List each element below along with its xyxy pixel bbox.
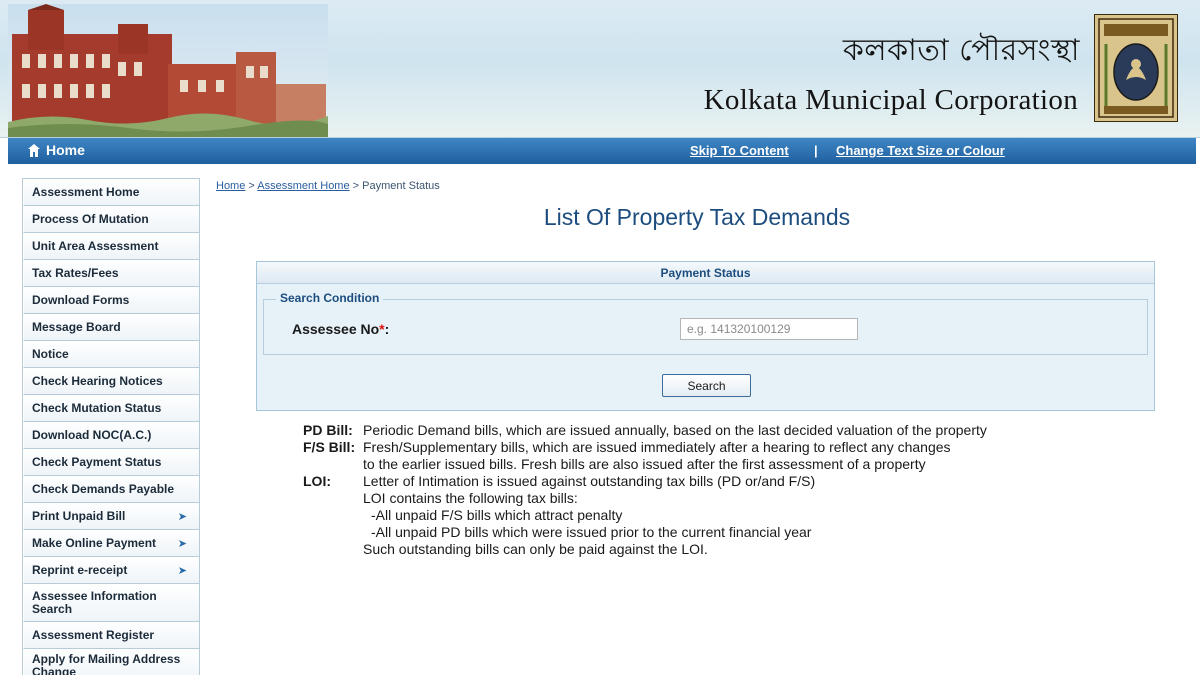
submenu-arrow-icon: ➤ xyxy=(177,537,187,550)
org-title-english: Kolkata Municipal Corporation xyxy=(703,84,1078,116)
sidebar-item-label: Assessee Information Search xyxy=(32,588,157,616)
sidebar-item-print-unpaid-bill[interactable]: Print Unpaid Bill ➤ xyxy=(23,503,199,530)
sidebar-item-apply-mailing-address-change[interactable]: Apply for Mailing Address Change xyxy=(23,649,199,675)
breadcrumb-assessment-home-link[interactable]: Assessment Home xyxy=(257,180,349,192)
search-condition-legend: Search Condition xyxy=(276,291,384,305)
sidebar-item-check-mutation-status[interactable]: Check Mutation Status xyxy=(23,395,199,422)
sidebar-item-label: Process Of Mutation xyxy=(32,212,149,226)
pd-bill-text: Periodic Demand bills, which are issued … xyxy=(363,422,987,438)
sidebar-item-label: Assessment Home xyxy=(32,185,140,199)
sidebar-item-reprint-e-receipt[interactable]: Reprint e-receipt ➤ xyxy=(23,557,199,584)
search-button[interactable]: Search xyxy=(662,374,751,397)
sidebar-item-label: Check Hearing Notices xyxy=(32,374,163,388)
sidebar-item-assessment-home[interactable]: Assessment Home xyxy=(23,179,199,206)
breadcrumb-separator: > xyxy=(349,180,363,192)
kmc-building-photo xyxy=(8,4,328,137)
loi-line: -All unpaid PD bills which were issued p… xyxy=(371,524,812,540)
breadcrumb-home-link[interactable]: Home xyxy=(216,180,245,192)
sidebar-item-label: Download NOC(A.C.) xyxy=(32,428,152,442)
sidebar-item-label: Tax Rates/Fees xyxy=(32,266,119,280)
fs-bill-line: Fresh/Supplementary bills, which are iss… xyxy=(363,439,951,455)
sidebar-item-make-online-payment[interactable]: Make Online Payment ➤ xyxy=(23,530,199,557)
breadcrumb-separator: > xyxy=(245,180,258,192)
assessee-no-label: Assessee No*: xyxy=(292,321,389,337)
search-condition-fieldset: Search Condition Assessee No*: xyxy=(263,291,1148,355)
sidebar-item-label: Unit Area Assessment xyxy=(32,239,159,253)
loi-line: LOI contains the following tax bills: xyxy=(363,490,578,506)
sidebar-item-label: Check Payment Status xyxy=(32,455,162,469)
sidebar-item-download-noc[interactable]: Download NOC(A.C.) xyxy=(23,422,199,449)
home-link-label: Home xyxy=(46,142,85,158)
home-icon xyxy=(28,143,40,157)
fs-bill-line: to the earlier issued bills. Fresh bills… xyxy=(363,456,926,472)
fs-bill-text: Fresh/Supplementary bills, which are iss… xyxy=(363,439,1183,473)
sidebar-item-label: Make Online Payment xyxy=(32,536,157,550)
kmc-emblem-icon xyxy=(1094,14,1178,122)
loi-line: Letter of Intimation is issued against o… xyxy=(363,473,816,489)
fs-bill-row: F/S Bill: Fresh/Supplementary bills, whi… xyxy=(303,439,1183,473)
loi-key: LOI: xyxy=(303,473,331,489)
sidebar-item-label: Assessment Register xyxy=(32,628,155,642)
sidebar-item-process-of-mutation[interactable]: Process Of Mutation xyxy=(23,206,199,233)
header-banner: কলকাতা পৌরসংস্থা Kolkata Municipal Corpo… xyxy=(0,0,1200,138)
loi-line: -All unpaid F/S bills which attract pena… xyxy=(371,507,623,523)
sidebar-item-check-payment-status[interactable]: Check Payment Status xyxy=(23,449,199,476)
page-title: List Of Property Tax Demands xyxy=(543,204,851,230)
sidebar-item-label: Message Board xyxy=(32,320,121,334)
home-link[interactable]: Home xyxy=(28,142,85,158)
sidebar-item-notice[interactable]: Notice xyxy=(23,341,199,368)
breadcrumb: Home > Assessment Home > Payment Status xyxy=(216,180,440,192)
pd-bill-key: PD Bill: xyxy=(303,422,353,438)
change-text-size-link[interactable]: Change Text Size or Colour xyxy=(836,143,1005,158)
submenu-arrow-icon: ➤ xyxy=(177,564,187,577)
nav-separator: | xyxy=(814,143,818,158)
sidebar-item-label: Check Demands Payable xyxy=(32,482,175,496)
payment-status-panel: Payment Status Search Condition Assessee… xyxy=(256,261,1155,411)
sidebar-item-check-demands-payable[interactable]: Check Demands Payable xyxy=(23,476,199,503)
loi-line: Such outstanding bills can only be paid … xyxy=(363,541,708,557)
fs-bill-key: F/S Bill: xyxy=(303,439,356,455)
assessee-no-label-text: Assessee No xyxy=(292,321,380,337)
sidebar-item-label: Notice xyxy=(32,347,69,361)
label-colon: : xyxy=(384,321,390,337)
sidebar-item-label: Check Mutation Status xyxy=(32,401,162,415)
sidebar-item-check-hearing-notices[interactable]: Check Hearing Notices xyxy=(23,368,199,395)
sidebar-item-label: Reprint e-receipt xyxy=(32,563,128,577)
sidebar-item-assessment-register[interactable]: Assessment Register xyxy=(23,622,199,649)
submenu-arrow-icon: ➤ xyxy=(177,510,187,523)
sidebar-item-download-forms[interactable]: Download Forms xyxy=(23,287,199,314)
sidebar-item-message-board[interactable]: Message Board xyxy=(23,314,199,341)
sidebar-item-assessee-information-search[interactable]: Assessee Information Search xyxy=(23,584,199,622)
breadcrumb-current: Payment Status xyxy=(362,180,440,192)
bill-type-legend: PD Bill: Periodic Demand bills, which ar… xyxy=(303,422,1183,558)
pd-bill-row: PD Bill: Periodic Demand bills, which ar… xyxy=(303,422,1183,439)
sidebar-item-label: Download Forms xyxy=(32,293,130,307)
sidebar-item-label: Print Unpaid Bill xyxy=(32,509,126,523)
sidebar-item-tax-rates-fees[interactable]: Tax Rates/Fees xyxy=(23,260,199,287)
panel-title: Payment Status xyxy=(257,262,1154,284)
sidebar-item-label: Apply for Mailing Address Change xyxy=(32,652,181,675)
skip-to-content-link[interactable]: Skip To Content xyxy=(690,143,789,158)
sidebar-menu: Assessment Home Process Of Mutation Unit… xyxy=(22,178,200,675)
org-title-bengali: কলকাতা পৌরসংস্থা xyxy=(842,33,1080,68)
loi-text: Letter of Intimation is issued against o… xyxy=(363,473,1183,558)
assessee-no-input[interactable] xyxy=(680,318,858,340)
loi-row: LOI: Letter of Intimation is issued agai… xyxy=(303,473,1183,558)
top-navbar: Home Skip To Content | Change Text Size … xyxy=(8,138,1196,164)
sidebar-item-unit-area-assessment[interactable]: Unit Area Assessment xyxy=(23,233,199,260)
